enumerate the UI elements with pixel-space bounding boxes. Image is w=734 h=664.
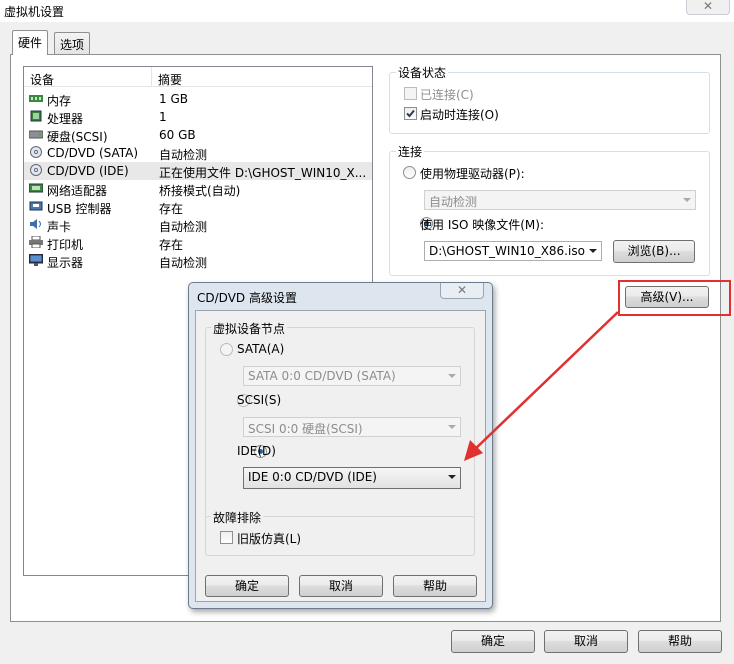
physical-drive-value: 自动检测	[429, 195, 478, 209]
memory-icon	[29, 92, 43, 104]
device-row[interactable]: USB 控制器 存在	[24, 198, 372, 216]
device-row[interactable]: 网络适配器 桥接模式(自动)	[24, 180, 372, 198]
hdd-icon	[28, 128, 44, 140]
device-name: CD/DVD (SATA)	[47, 146, 139, 160]
device-row[interactable]: CD/DVD (SATA) 自动检测	[24, 144, 372, 162]
device-row[interactable]: 打印机 存在	[24, 234, 372, 252]
title-bar: 虚拟机设置 ✕	[0, 0, 734, 22]
scsi-value: SCSI 0:0 硬盘(SCSI)	[248, 422, 363, 436]
iso-path-select[interactable]: D:\GHOST_WIN10_X86.iso	[424, 241, 602, 261]
window-title: 虚拟机设置	[4, 5, 65, 19]
chevron-down-icon	[683, 198, 691, 202]
physical-drive-label: 使用物理驱动器(P):	[420, 167, 525, 181]
sata-value: SATA 0:0 CD/DVD (SATA)	[248, 369, 396, 383]
device-name: 内存	[47, 94, 72, 108]
scsi-select[interactable]: SCSI 0:0 硬盘(SCSI)	[243, 417, 461, 437]
device-name: USB 控制器	[47, 202, 112, 216]
tab-options[interactable]: 选项	[54, 32, 91, 54]
dialog-ok-button[interactable]: 确定	[205, 575, 289, 597]
browse-button[interactable]: 浏览(B)...	[613, 240, 695, 263]
dialog-help-button[interactable]: 帮助	[393, 575, 477, 597]
device-name: 网络适配器	[47, 184, 108, 198]
connection-title: 连接	[396, 143, 425, 160]
troubleshoot-title: 故障排除	[211, 509, 264, 526]
legacy-emulation-checkbox[interactable]	[220, 531, 233, 544]
device-status-group	[389, 72, 710, 134]
device-summary: 自动检测	[159, 256, 208, 270]
help-button[interactable]: 帮助	[638, 630, 722, 653]
device-status-title: 设备状态	[396, 64, 449, 81]
advanced-dialog: CD/DVD 高级设置 ✕ 虚拟设备节点 SATA(A) SATA 0:0 CD…	[188, 282, 493, 609]
device-row[interactable]: 硬盘(SCSI) 60 GB	[24, 126, 372, 144]
connected-checkbox[interactable]	[404, 87, 417, 100]
usb-icon	[29, 200, 43, 212]
close-button[interactable]: ✕	[686, 0, 730, 15]
device-name: 打印机	[47, 238, 84, 252]
highlight-box	[618, 280, 731, 316]
sound-icon	[29, 218, 43, 230]
dialog-cancel-button[interactable]: 取消	[299, 575, 383, 597]
device-summary: 桥接模式(自动)	[159, 184, 241, 198]
device-row[interactable]: CD/DVD (IDE) 正在使用文件 D:\GHOST_WIN10_X...	[24, 162, 372, 180]
device-row[interactable]: 声卡 自动检测	[24, 216, 372, 234]
checkmark-icon	[406, 109, 415, 118]
device-name: 处理器	[47, 112, 84, 126]
dialog-body: 虚拟设备节点 SATA(A) SATA 0:0 CD/DVD (SATA) SC…	[195, 310, 486, 602]
cpu-icon	[29, 110, 43, 122]
device-summary: 存在	[159, 202, 184, 216]
printer-icon	[29, 235, 43, 249]
legacy-emulation-label: 旧版仿真(L)	[237, 532, 302, 546]
scsi-label: SCSI(S)	[237, 393, 282, 407]
device-name: 显示器	[47, 256, 84, 270]
cd-icon	[29, 146, 43, 158]
iso-path-value: D:\GHOST_WIN10_X86.iso	[429, 244, 585, 258]
node-group-title: 虚拟设备节点	[211, 320, 288, 337]
physical-drive-radio[interactable]	[403, 166, 416, 179]
device-summary: 自动检测	[159, 220, 208, 234]
sata-select[interactable]: SATA 0:0 CD/DVD (SATA)	[243, 366, 461, 386]
physical-drive-select[interactable]: 自动检测	[424, 190, 696, 210]
connected-label: 已连接(C)	[420, 88, 474, 102]
device-summary: 1	[159, 110, 167, 124]
sata-label: SATA(A)	[237, 342, 285, 356]
chevron-down-icon	[448, 475, 456, 479]
connect-on-start-checkbox[interactable]	[404, 107, 417, 120]
ide-select[interactable]: IDE 0:0 CD/DVD (IDE)	[243, 467, 461, 489]
device-row[interactable]: 内存 1 GB	[24, 90, 372, 108]
column-header-summary[interactable]: 摘要	[152, 67, 372, 87]
device-row[interactable]: 显示器 自动检测	[24, 252, 372, 270]
device-summary: 正在使用文件 D:\GHOST_WIN10_X...	[159, 166, 366, 180]
ide-label: IDE(D)	[237, 444, 276, 458]
device-summary: 自动检测	[159, 148, 208, 162]
device-summary: 存在	[159, 238, 184, 252]
chevron-down-icon	[448, 374, 456, 378]
device-name: 声卡	[47, 220, 72, 234]
sata-radio[interactable]	[220, 343, 233, 356]
device-name: CD/DVD (IDE)	[47, 164, 129, 178]
device-summary: 1 GB	[159, 92, 188, 106]
tab-hardware[interactable]: 硬件	[12, 30, 49, 55]
chevron-down-icon	[589, 249, 597, 253]
ok-button[interactable]: 确定	[451, 630, 535, 653]
dialog-title: CD/DVD 高级设置	[197, 291, 297, 305]
device-name: 硬盘(SCSI)	[47, 130, 108, 144]
monitor-icon	[28, 253, 44, 266]
iso-image-label: 使用 ISO 映像文件(M):	[420, 218, 544, 232]
connect-on-start-label: 启动时连接(O)	[420, 108, 499, 122]
dialog-close-button[interactable]: ✕	[440, 283, 484, 299]
ide-value: IDE 0:0 CD/DVD (IDE)	[248, 470, 377, 484]
cancel-button[interactable]: 取消	[544, 630, 628, 653]
chevron-down-icon	[448, 425, 456, 429]
device-row[interactable]: 处理器 1	[24, 108, 372, 126]
cd-icon	[29, 164, 43, 176]
device-summary: 60 GB	[159, 128, 196, 142]
column-header-device[interactable]: 设备	[24, 67, 152, 87]
network-icon	[28, 182, 44, 194]
